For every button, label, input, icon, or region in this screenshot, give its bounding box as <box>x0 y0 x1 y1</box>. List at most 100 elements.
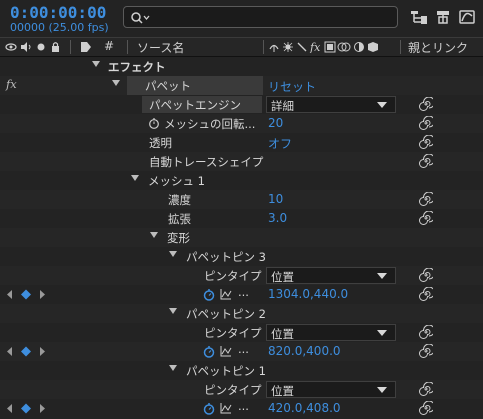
mesh1-label: メッシュ 1 <box>148 174 205 188</box>
source-name-column-header[interactable]: ソース名 <box>137 39 184 56</box>
pin-type-label: ピンタイプ <box>204 269 262 283</box>
puppet-engine-dropdown[interactable]: 詳細 <box>266 96 396 113</box>
label-tag-icon[interactable] <box>80 41 92 53</box>
pick-whip-icon[interactable] <box>419 97 433 111</box>
graph-icon[interactable] <box>220 402 232 414</box>
prev-keyframe-icon <box>7 404 12 413</box>
pick-whip-icon[interactable] <box>419 192 433 206</box>
expand-triangle-icon[interactable] <box>92 61 100 67</box>
draft-3d-icon[interactable] <box>434 8 452 26</box>
expansion-value[interactable]: 3.0 <box>268 211 287 225</box>
next-keyframe-icon <box>40 404 45 413</box>
pick-whip-icon[interactable] <box>419 135 433 149</box>
fx-icon: fx <box>309 41 321 53</box>
search-input[interactable] <box>123 6 398 28</box>
pin-type-label: ピンタイプ <box>204 383 262 397</box>
timeline-header: 0:00:00:00 00000 (25.00 fps) <box>0 0 483 36</box>
expand-triangle-icon[interactable] <box>169 365 177 371</box>
next-keyframe-icon <box>40 347 45 356</box>
speaker-icon <box>21 42 31 52</box>
puppet-label: パペット <box>145 79 191 93</box>
density-value[interactable]: 10 <box>268 192 283 206</box>
keyframe-navigator[interactable] <box>6 403 46 414</box>
pick-whip-icon[interactable] <box>419 211 433 225</box>
pin-type-dropdown[interactable]: 位置 <box>266 267 396 284</box>
pin1-position-value[interactable]: 420.0,408.0 <box>268 401 341 415</box>
pick-whip-icon[interactable] <box>419 154 433 168</box>
mesh-rotation-label: メッシュの回転... <box>164 117 256 131</box>
current-time-display[interactable]: 0:00:00:00 <box>10 3 106 22</box>
pick-whip-icon[interactable] <box>419 344 433 358</box>
deform-group-row[interactable]: 変形 <box>0 228 483 247</box>
keyframe-navigator[interactable] <box>6 346 46 357</box>
pin-type-dropdown[interactable]: 位置 <box>266 324 396 341</box>
expand-triangle-icon[interactable] <box>169 251 177 257</box>
mesh-rotation-value[interactable]: 20 <box>268 116 283 130</box>
parent-link-column-header[interactable]: 親とリンク <box>408 39 468 56</box>
transparency-label: 透明 <box>149 136 172 150</box>
graph-icon[interactable] <box>220 345 232 357</box>
next-keyframe-icon <box>40 290 45 299</box>
auto-trace-label[interactable]: 自動トレースシェイプ <box>149 154 263 170</box>
svg-text:fx: fx <box>309 41 321 53</box>
eye-icon <box>5 43 17 51</box>
graph-icon[interactable] <box>220 288 232 300</box>
pin-position-row: ... 820.0,400.0 <box>0 342 483 361</box>
expand-triangle-icon[interactable] <box>169 308 177 314</box>
density-label: 濃度 <box>168 193 191 207</box>
composition-flowchart-icon[interactable] <box>410 8 428 26</box>
graph-editor-icon[interactable] <box>458 8 476 26</box>
pin2-position-value[interactable]: 820.0,400.0 <box>268 344 341 358</box>
transparency-row: 透明 オフ <box>0 133 483 152</box>
search-icon <box>131 12 150 24</box>
density-row: 濃度 10 <box>0 190 483 209</box>
effects-group-row[interactable]: エフェクト <box>0 57 483 76</box>
pick-whip-icon[interactable] <box>419 325 433 339</box>
expand-triangle-icon[interactable] <box>112 80 120 86</box>
motion-blur-icon <box>337 42 351 52</box>
column-header-bar: # ソース名 fx 親とリンク <box>0 37 483 57</box>
pin3-position-value[interactable]: 1304.0,440.0 <box>268 287 348 301</box>
mesh1-group-row[interactable]: メッシュ 1 <box>0 171 483 190</box>
puppet-engine-row: パペットエンジン 詳細 <box>0 95 483 114</box>
number-column-header[interactable]: # <box>104 39 114 53</box>
mesh-rotation-row: メッシュの回転... 20 <box>0 114 483 133</box>
deform-label: 変形 <box>167 231 190 245</box>
frame-blend-icon <box>324 41 336 53</box>
effects-label: エフェクト <box>108 60 166 74</box>
pick-whip-icon[interactable] <box>419 382 433 396</box>
chevron-down-icon <box>377 387 387 393</box>
pick-whip-icon[interactable] <box>419 401 433 415</box>
auto-trace-row: 自動トレースシェイプ <box>0 152 483 171</box>
puppet-effect-row[interactable]: fx パペット リセット <box>0 76 483 95</box>
puppet-pin-3-label: パペットピン 3 <box>186 250 266 264</box>
av-switches-header <box>5 42 59 52</box>
pin-type-row: ピンタイプ 位置 <box>0 380 483 399</box>
puppet-pin-3-row[interactable]: パペットピン 3 <box>0 247 483 266</box>
stopwatch-active-icon[interactable] <box>203 402 215 415</box>
ellipsis: ... <box>238 285 249 299</box>
shy-icon <box>269 44 279 52</box>
puppet-pin-2-label: パペットピン 2 <box>186 307 266 321</box>
transparency-value[interactable]: オフ <box>268 135 292 152</box>
fx-toggle-icon[interactable]: fx <box>6 77 17 91</box>
stopwatch-active-icon[interactable] <box>203 288 215 301</box>
expansion-label: 拡張 <box>168 212 191 226</box>
prev-keyframe-icon <box>7 290 12 299</box>
expansion-row: 拡張 3.0 <box>0 209 483 228</box>
keyframe-diamond-icon <box>21 289 31 300</box>
stopwatch-active-icon[interactable] <box>203 345 215 358</box>
pick-whip-icon[interactable] <box>419 287 433 301</box>
expand-triangle-icon[interactable] <box>131 175 139 181</box>
keyframe-navigator[interactable] <box>6 289 46 300</box>
stopwatch-icon[interactable] <box>148 117 160 129</box>
puppet-pin-1-row[interactable]: パペットピン 1 <box>0 361 483 380</box>
reset-link[interactable]: リセット <box>268 78 316 95</box>
puppet-pin-2-row[interactable]: パペットピン 2 <box>0 304 483 323</box>
pick-whip-icon[interactable] <box>419 268 433 282</box>
pick-whip-icon[interactable] <box>419 116 433 130</box>
chevron-down-icon <box>377 102 387 108</box>
chevron-down-icon <box>377 273 387 279</box>
pin-type-dropdown[interactable]: 位置 <box>266 381 396 398</box>
expand-triangle-icon[interactable] <box>150 232 158 238</box>
